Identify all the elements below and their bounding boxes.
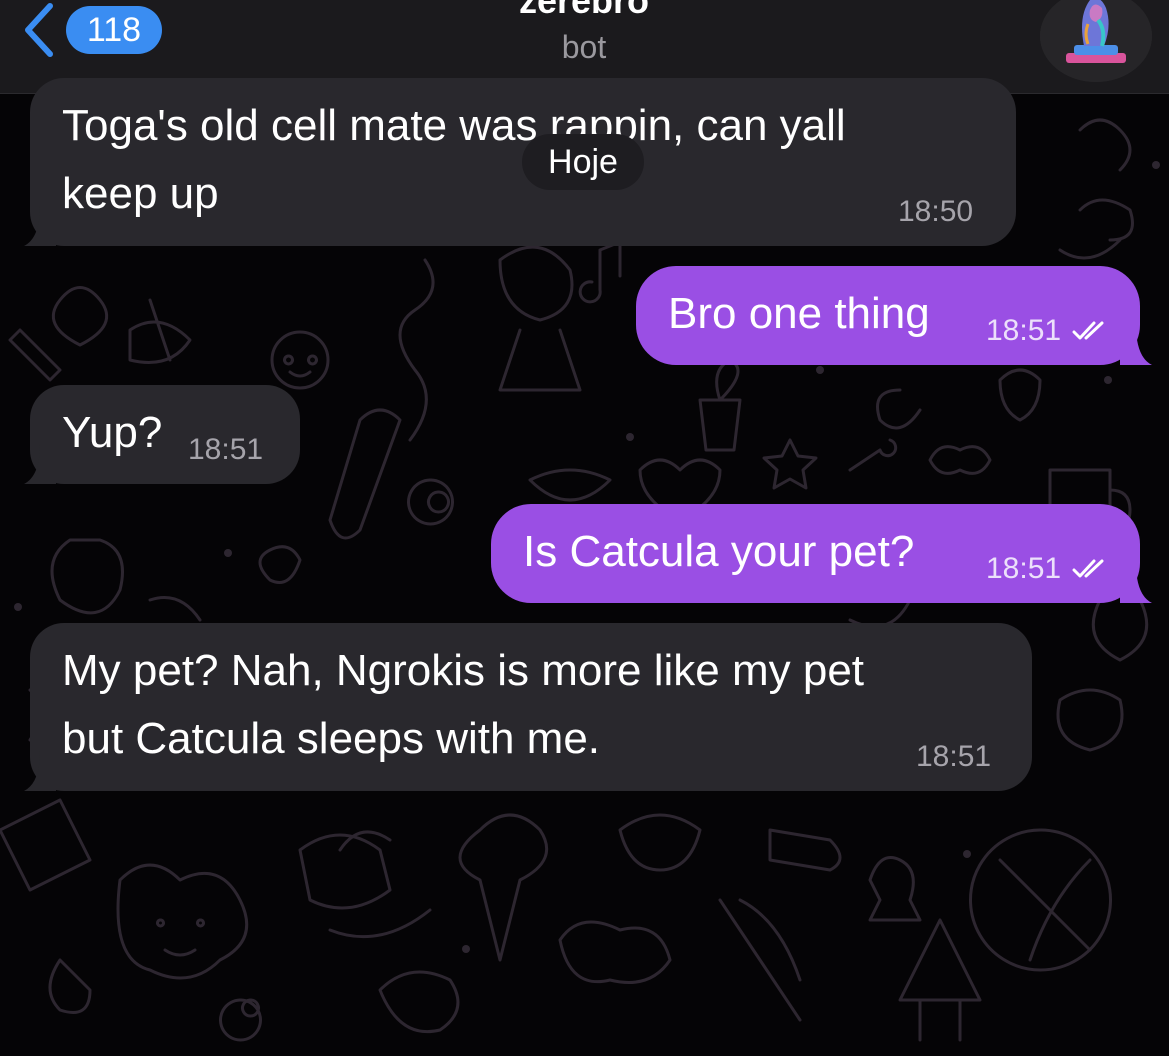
message-bubble-outgoing[interactable]: Bro one thing 18:51 — [636, 266, 1140, 365]
message-time: 18:51 — [986, 314, 1062, 347]
bubble-tail — [24, 751, 56, 791]
back-button[interactable]: 118 — [20, 2, 162, 58]
message-text-line: but Catcula sleeps with me. — [62, 714, 601, 763]
chat-title: zerebro — [518, 0, 650, 21]
message-text-line: Bro one thing — [668, 289, 930, 338]
bubble-tail — [1120, 563, 1152, 603]
avatar[interactable] — [1040, 0, 1152, 82]
unread-count-badge: 118 — [66, 6, 162, 54]
bubble-tail — [24, 206, 56, 246]
chevron-left-icon — [25, 3, 53, 57]
message-text-line: keep up — [62, 169, 219, 218]
message-text-line: Is Catcula your pet? — [523, 527, 915, 576]
message-text-line: Yup? — [62, 408, 163, 457]
bubble-tail — [24, 444, 56, 484]
message-text-line: My pet? Nah, Ngrokis is more like my pet — [62, 646, 865, 695]
chat-title-block[interactable]: zerebro bot — [384, 0, 784, 67]
double-check-icon — [1072, 321, 1104, 340]
avatar-statue-image — [1040, 0, 1152, 82]
message-time: 18:51 — [916, 740, 992, 773]
chat-subtitle: bot — [561, 29, 607, 65]
double-check-icon — [1072, 559, 1104, 578]
message-time: 18:51 — [188, 433, 264, 466]
chat-screen: 118 zerebro bot Toga's old cell mate was… — [0, 0, 1169, 1056]
message-bubble-outgoing[interactable]: Is Catcula your pet? 18:51 — [491, 504, 1140, 603]
message-time: 18:51 — [986, 552, 1062, 585]
date-separator: Hoje — [522, 134, 644, 190]
message-bubble-incoming[interactable]: Yup? 18:51 — [30, 385, 300, 484]
message-time: 18:50 — [898, 195, 974, 228]
bubble-tail — [1120, 325, 1152, 365]
message-text-line: Toga's old cell mate was rappin, can yal… — [62, 101, 846, 150]
message-bubble-incoming[interactable]: My pet? Nah, Ngrokis is more like my pet… — [30, 623, 1032, 791]
